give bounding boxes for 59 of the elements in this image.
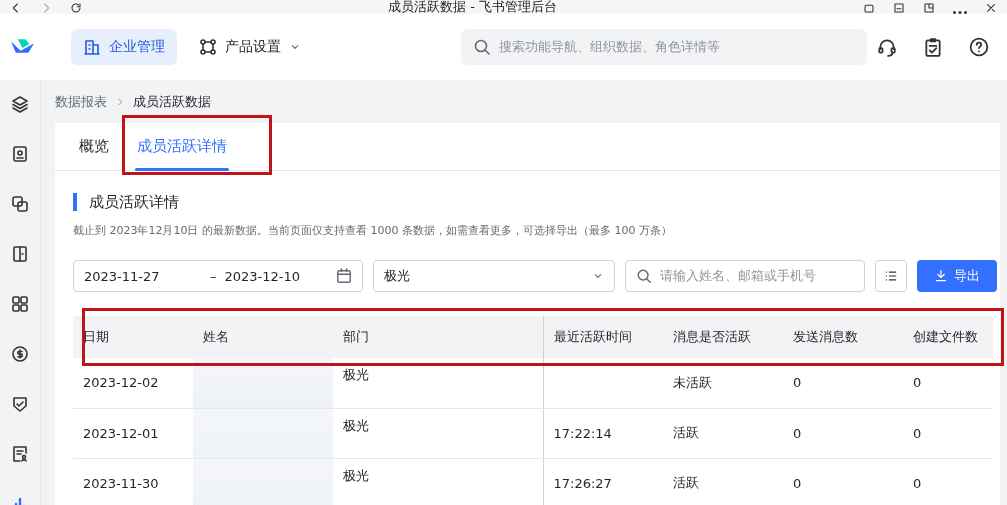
table-cell: 0 bbox=[783, 458, 903, 505]
column-header: 消息是否活跃 bbox=[663, 316, 783, 358]
search-icon bbox=[636, 268, 652, 284]
chevron-right-icon bbox=[115, 97, 125, 107]
search-field[interactable]: 请输入姓名、邮箱或手机号 bbox=[625, 260, 865, 292]
nav-tab[interactable]: 企业管理 bbox=[70, 29, 177, 65]
more-icon bbox=[953, 11, 967, 14]
table-cell: 极光 bbox=[333, 458, 543, 505]
window-icon bbox=[923, 2, 935, 14]
breadcrumb-item[interactable]: 数据报表 bbox=[55, 93, 107, 111]
date-range-field[interactable]: 2023-11-27 – 2023-12-10 bbox=[73, 260, 363, 292]
table-cell: 0 bbox=[783, 408, 903, 458]
contact-card-icon bbox=[11, 145, 29, 163]
tab[interactable]: 成员活跃详情 bbox=[135, 123, 229, 170]
document-user-icon bbox=[11, 445, 29, 463]
table-cell: 0 bbox=[783, 358, 903, 408]
table-cell: 17:22:14 bbox=[543, 408, 663, 458]
refresh-icon bbox=[70, 2, 82, 14]
breadcrumb-item: 成员活跃数据 bbox=[133, 93, 211, 111]
nav-tab[interactable]: 产品设置 bbox=[186, 29, 313, 65]
column-header: 创建文件数 bbox=[903, 316, 993, 358]
column-header: 姓名 bbox=[193, 316, 333, 358]
column-header: 日期 bbox=[73, 316, 193, 358]
building-icon bbox=[82, 38, 101, 56]
table-cell: 0 bbox=[903, 458, 993, 505]
section-title: 成员活跃详情 bbox=[73, 193, 1000, 211]
table-cell: 活跃 bbox=[663, 408, 783, 458]
table-cell: 活跃 bbox=[663, 458, 783, 505]
column-header: 发送消息数 bbox=[783, 316, 903, 358]
column-header: 部门 bbox=[333, 316, 543, 358]
list-view-button[interactable] bbox=[875, 260, 907, 292]
nodes-icon bbox=[198, 38, 217, 56]
linked-squares-icon bbox=[11, 195, 29, 213]
search-field[interactable]: 搜索功能导航、组织数据、角色详情等 bbox=[460, 29, 867, 65]
close-icon bbox=[985, 2, 997, 14]
minimize-icon bbox=[893, 2, 905, 14]
dollar-coin-icon bbox=[11, 345, 29, 363]
download-icon bbox=[934, 269, 948, 283]
department-dropdown[interactable]: 极光 bbox=[373, 260, 615, 292]
table-cell: 未活跃 bbox=[663, 358, 783, 408]
list-icon bbox=[884, 269, 898, 283]
clipboard-check-icon bbox=[923, 37, 943, 57]
calendar-icon bbox=[336, 268, 352, 284]
window-title: 成员活跃数据 - 飞书管理后台 bbox=[388, 0, 557, 14]
tab[interactable]: 概览 bbox=[77, 123, 111, 170]
search-icon bbox=[472, 38, 491, 56]
shield-check-icon bbox=[11, 395, 29, 413]
help-icon bbox=[969, 37, 989, 57]
table-cell: 17:26:27 bbox=[543, 458, 663, 505]
description-text: 截止到 2023年12月10日 的最新数据。当前页面仅支持查看 1000 条数据，如需查看更多，可选择导出（最多 100 万条） bbox=[73, 223, 673, 238]
table-cell: 极光 bbox=[333, 408, 543, 458]
table-cell: 0 bbox=[903, 408, 993, 458]
table-cell: 0 bbox=[903, 358, 993, 408]
headset-icon bbox=[877, 37, 897, 57]
grid-icon bbox=[11, 295, 29, 313]
export-button[interactable]: 导出 bbox=[917, 260, 997, 292]
layers-icon bbox=[11, 95, 29, 113]
door-icon bbox=[11, 245, 29, 263]
column-header: 最近活跃时间 bbox=[543, 316, 663, 358]
